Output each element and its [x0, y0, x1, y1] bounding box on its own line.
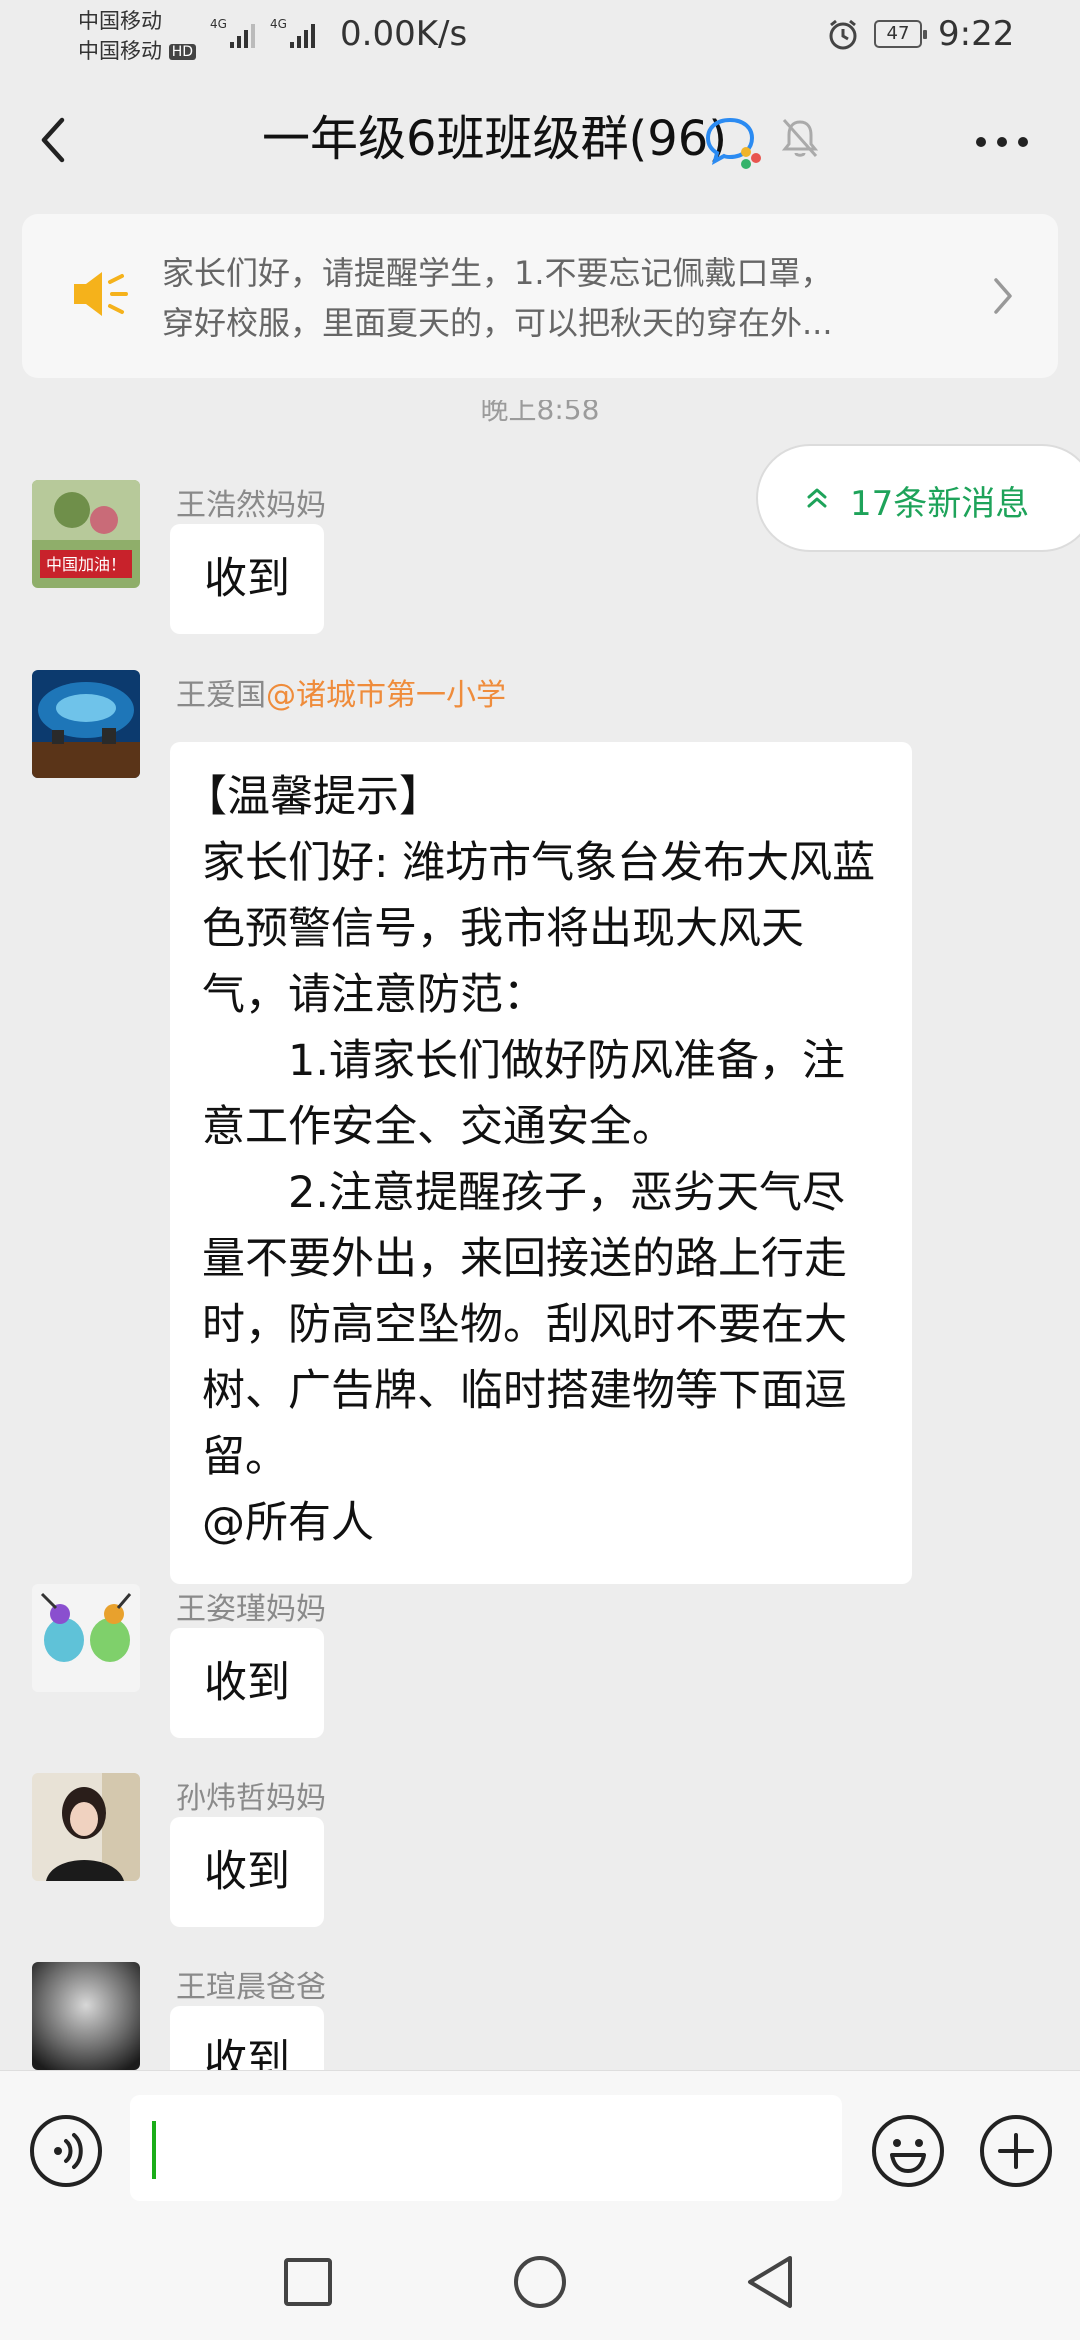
home-icon[interactable] [512, 2254, 568, 2314]
mute-bell-icon [780, 116, 820, 164]
emoji-icon[interactable] [870, 2113, 946, 2193]
message-timestamp: 晚上8:58 [480, 400, 600, 426]
avatar[interactable]: 中国加油！ [32, 480, 140, 588]
sender-name: 王瑄晨爸爸 [176, 1970, 326, 2005]
avatar[interactable] [32, 1962, 140, 2070]
text-cursor [152, 2121, 156, 2179]
message-bubble[interactable]: 收到 [170, 2006, 324, 2070]
carrier-1: 中国移动 [78, 9, 162, 33]
chevron-right-icon [992, 276, 1014, 320]
sender-org: @诸城市第一小学 [266, 678, 506, 713]
message-bubble[interactable]: 收到 [170, 1628, 324, 1738]
signal-icon: 4G [210, 16, 264, 52]
group-chat-icon[interactable] [704, 114, 764, 174]
signal-icon-2: 4G [270, 16, 324, 52]
sender-name: 王姿瑾妈妈 [176, 1592, 326, 1627]
new-messages-label: 17条新消息 [850, 484, 1030, 524]
system-nav-bar [0, 2232, 1080, 2340]
message-paragraph: 家长们好: 潍坊市气象台发布大风蓝色预警信号，我市将出现大风天气，请注意防范： [202, 838, 876, 1020]
battery-indicator: 47 [874, 20, 927, 48]
message-paragraph: 2.注意提醒孩子，恶劣天气尽量不要外出，来回接送的路上行走时，防高空坠物。刮风时… [202, 1168, 847, 1482]
input-bar [0, 2070, 1080, 2233]
new-messages-button[interactable]: 17条新消息 [756, 444, 1080, 552]
alarm-icon [826, 18, 860, 56]
network-speed: 0.00K/s [340, 14, 468, 54]
carrier-2: 中国移动 [78, 39, 162, 63]
status-bar: 中国移动 中国移动 HD 4G 4G 0.00K/s 47 9:22 [0, 0, 1080, 72]
mention-all: @所有人 [202, 1498, 374, 1548]
svg-text:4G: 4G [270, 17, 287, 31]
nav-back-icon[interactable] [742, 2252, 798, 2316]
voice-icon[interactable] [28, 2113, 104, 2193]
more-icon[interactable] [974, 134, 1030, 153]
sender-name: 王爱国@诸城市第一小学 [176, 670, 506, 714]
back-icon[interactable] [30, 110, 80, 170]
sender-name: 孙炜哲妈妈 [176, 1781, 326, 1816]
chat-header: 一年级6班班级群(96) [0, 72, 1080, 202]
speaker-icon [68, 268, 128, 324]
sender-label: 王爱国 [176, 678, 266, 713]
message-paragraph: 1.请家长们做好防风准备，注意工作安全、交通安全。 [202, 1036, 846, 1152]
plus-icon[interactable] [978, 2113, 1054, 2193]
avatar[interactable] [32, 1584, 140, 1692]
announcement-text: 家长们好，请提醒学生，1.不要忘记佩戴口罩， 穿好校服，里面夏天的，可以把秋天的… [162, 248, 972, 348]
message-bubble[interactable]: 【温馨提示】 家长们好: 潍坊市气象台发布大风蓝色预警信号，我市将出现大风天气，… [170, 742, 912, 1584]
group-announcement[interactable]: 家长们好，请提醒学生，1.不要忘记佩戴口罩， 穿好校服，里面夏天的，可以把秋天的… [22, 214, 1058, 378]
double-chevron-up-icon [806, 486, 828, 514]
message-list[interactable]: 晚上8:58 中国加油！ 王浩然妈妈 收到 王爱国@诸城市第一小学 【温馨提示】… [0, 400, 1080, 2070]
announcement-line-2: 穿好校服，里面夏天的，可以把秋天的穿在外... [162, 304, 833, 342]
message-paragraph: 【温馨提示】 [184, 772, 442, 822]
announcement-line-1: 家长们好，请提醒学生，1.不要忘记佩戴口罩， [162, 254, 833, 292]
message-bubble[interactable]: 收到 [170, 524, 324, 634]
carrier-info: 中国移动 中国移动 HD [78, 6, 196, 66]
avatar[interactable] [32, 1773, 140, 1881]
clock: 9:22 [938, 14, 1015, 54]
svg-text:4G: 4G [210, 17, 227, 31]
recents-icon[interactable] [282, 2254, 334, 2314]
avatar[interactable] [32, 670, 140, 778]
hd-badge: HD [168, 44, 196, 60]
sender-name: 王浩然妈妈 [176, 488, 326, 523]
message-input[interactable] [130, 2095, 842, 2201]
chat-title: 一年级6班班级群(96) [262, 111, 728, 167]
message-bubble[interactable]: 收到 [170, 1817, 324, 1927]
avatar-caption: 中国加油！ [46, 555, 126, 574]
